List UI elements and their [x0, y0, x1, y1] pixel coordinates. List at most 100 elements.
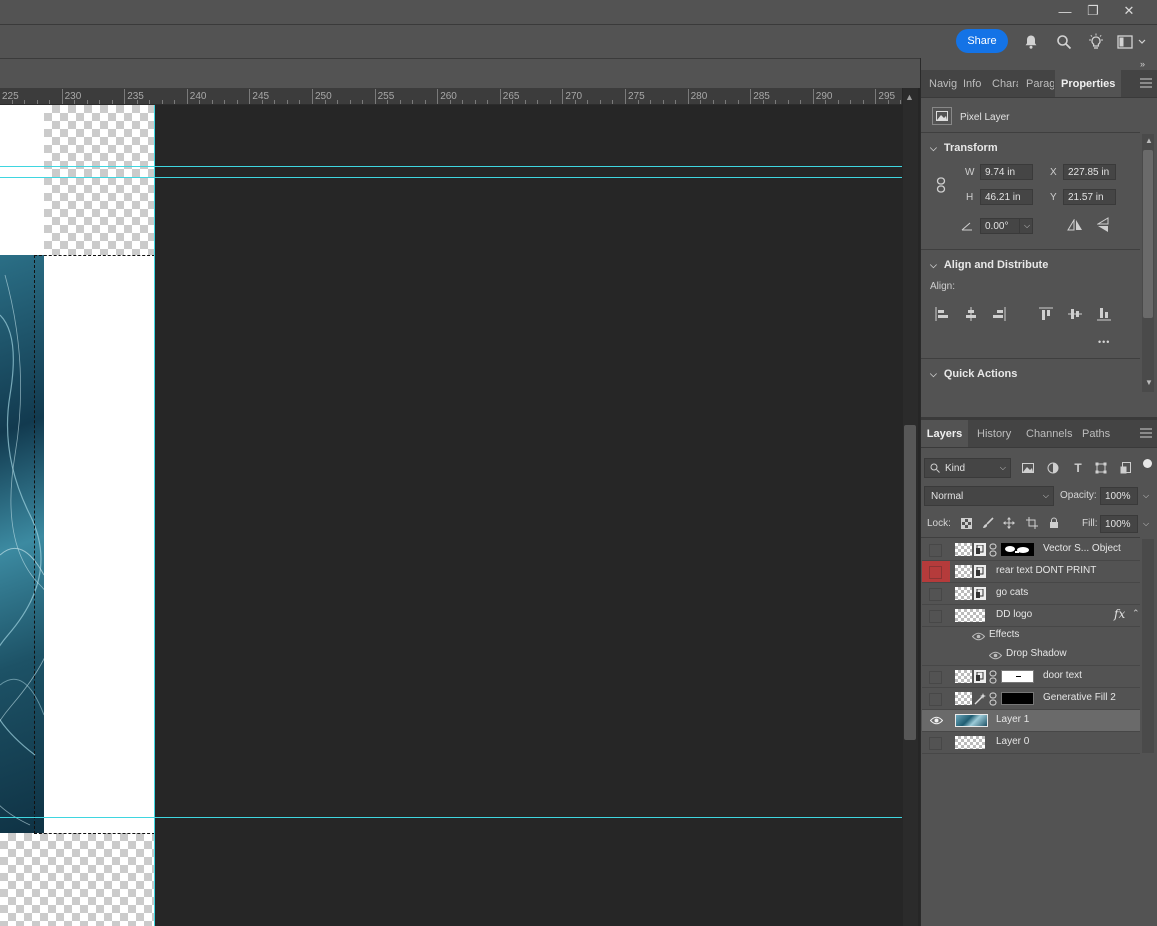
lock-image-pixels-icon[interactable] — [981, 516, 995, 530]
align-right-icon[interactable] — [991, 306, 1007, 322]
restore-button[interactable]: ❐ — [1078, 2, 1108, 20]
align-bottom-icon[interactable] — [1096, 306, 1112, 322]
bell-icon[interactable] — [1021, 32, 1041, 52]
align-top-icon[interactable] — [1038, 306, 1054, 322]
visibility-toggle[interactable] — [929, 610, 942, 623]
vertical-guide[interactable] — [154, 105, 155, 926]
filter-toggle-icon[interactable] — [1143, 459, 1152, 468]
effects-row[interactable]: Effects — [922, 627, 1140, 645]
layer-row[interactable]: door text — [922, 666, 1140, 688]
fx-icon[interactable]: fx — [1114, 607, 1125, 621]
close-button[interactable]: ✕ — [1114, 2, 1144, 20]
canvas-area[interactable] — [0, 105, 902, 926]
scroll-up-icon[interactable]: ▲ — [905, 92, 914, 102]
tab-paragraph[interactable]: Parag — [1026, 70, 1054, 97]
layer-name[interactable]: Layer 0 — [996, 736, 1029, 747]
fill-field[interactable]: 100% — [1100, 515, 1138, 533]
align-left-icon[interactable] — [934, 306, 950, 322]
workspace-icon[interactable] — [1116, 32, 1148, 52]
lock-position-icon[interactable] — [1002, 516, 1016, 530]
visibility-toggle[interactable] — [929, 544, 942, 557]
tab-layers[interactable]: Layers — [921, 420, 968, 447]
filter-shape-icon[interactable] — [1094, 461, 1108, 475]
tab-character[interactable]: Chara — [992, 70, 1018, 97]
quick-actions-section-header[interactable]: ⌵ Quick Actions — [930, 368, 1017, 380]
drop-shadow-row[interactable]: Drop Shadow — [922, 645, 1140, 666]
lightbulb-icon[interactable] — [1086, 32, 1106, 52]
panel-menu-icon[interactable] — [1139, 427, 1153, 439]
scroll-down-icon[interactable]: ▼ — [1145, 378, 1153, 387]
horizontal-guide-bottom[interactable] — [0, 817, 902, 818]
tab-channels[interactable]: Channels — [1026, 420, 1074, 447]
filter-pixel-icon[interactable] — [1021, 461, 1035, 475]
visibility-toggle[interactable] — [929, 737, 942, 750]
blend-mode-dropdown[interactable]: Normal ⌵ — [924, 486, 1054, 506]
search-icon[interactable] — [1054, 32, 1074, 52]
visibility-toggle[interactable] — [929, 693, 942, 706]
minimize-button[interactable]: — — [1050, 2, 1080, 20]
layer-row-selected[interactable]: Layer 1 — [922, 710, 1140, 732]
filter-smart-object-icon[interactable] — [1119, 461, 1133, 475]
layer-name[interactable]: Generative Fill 2 — [1043, 692, 1116, 703]
align-vertical-center-icon[interactable] — [1067, 306, 1083, 322]
layer-name[interactable]: door text — [1043, 670, 1082, 681]
align-horizontal-center-icon[interactable] — [963, 306, 979, 322]
link-icon[interactable] — [934, 177, 948, 193]
layer-row[interactable]: DD logo fx ⌃ — [922, 605, 1140, 627]
opacity-field[interactable]: 100% — [1100, 487, 1138, 505]
layer-row[interactable]: Vector S... Object — [922, 539, 1140, 561]
lock-all-icon[interactable] — [1047, 516, 1061, 530]
layer-name[interactable]: Vector S... Object — [1043, 543, 1121, 554]
layer-row[interactable]: rear text DONT PRINT — [922, 561, 1140, 583]
visibility-toggle[interactable] — [929, 671, 942, 684]
ruler-minor-tick — [850, 100, 852, 104]
scroll-up-icon[interactable]: ▲ — [1145, 136, 1153, 145]
tab-properties[interactable]: Properties — [1055, 70, 1121, 97]
layer-name[interactable]: rear text DONT PRINT — [996, 565, 1096, 576]
tab-navigator[interactable]: Navig — [929, 70, 957, 97]
flip-horizontal-icon[interactable] — [1067, 218, 1083, 232]
layer-name[interactable]: Layer 1 — [996, 714, 1029, 725]
filter-adjustment-icon[interactable] — [1046, 461, 1060, 475]
eye-icon[interactable] — [971, 631, 985, 641]
height-field[interactable]: 46.21 in — [980, 189, 1033, 205]
lock-transparent-pixels-icon[interactable] — [959, 516, 973, 530]
x-field[interactable]: 227.85 in — [1063, 164, 1116, 180]
chevron-up-icon[interactable]: ⌃ — [1132, 608, 1140, 619]
opacity-dropdown-icon[interactable]: ⌵ — [1139, 487, 1153, 505]
ruler-minor-tick — [161, 100, 163, 104]
layer-row[interactable]: Generative Fill 2 — [922, 688, 1140, 710]
tab-history[interactable]: History — [977, 420, 1017, 447]
canvas-scroll-thumb[interactable] — [904, 425, 916, 740]
ruler-label: 255 — [377, 91, 395, 102]
visibility-toggle[interactable] — [929, 566, 942, 579]
layer-name[interactable]: DD logo — [996, 609, 1032, 620]
horizontal-guide-top-2[interactable] — [0, 177, 902, 178]
panel-menu-icon[interactable] — [1139, 77, 1153, 89]
layer-row[interactable]: Layer 0 — [922, 732, 1140, 754]
horizontal-guide-top-1[interactable] — [0, 166, 902, 167]
more-options-icon[interactable]: ••• — [1098, 337, 1110, 347]
visibility-toggle[interactable] — [929, 588, 942, 601]
layer-row[interactable]: go cats — [922, 583, 1140, 605]
width-field[interactable]: 9.74 in — [980, 164, 1033, 180]
layers-scrollbar[interactable] — [1142, 539, 1154, 753]
title-bar: — ❐ ✕ — [0, 0, 1157, 25]
filter-type-icon[interactable]: T — [1071, 461, 1085, 475]
align-section-header[interactable]: ⌵ Align and Distribute — [930, 259, 1048, 271]
tab-info[interactable]: Info — [963, 70, 987, 97]
eye-icon[interactable] — [929, 715, 943, 726]
eye-icon[interactable] — [988, 650, 1002, 660]
lock-artboard-icon[interactable] — [1025, 516, 1039, 530]
collapse-panels-icon[interactable]: » — [1140, 59, 1145, 69]
transform-section-header[interactable]: ⌵ Transform — [930, 142, 998, 154]
ruler-label: 240 — [189, 91, 207, 102]
fill-dropdown-icon[interactable]: ⌵ — [1139, 515, 1153, 533]
properties-scroll-thumb[interactable] — [1143, 150, 1153, 318]
y-field[interactable]: 21.57 in — [1063, 189, 1116, 205]
tab-paths[interactable]: Paths — [1082, 420, 1114, 447]
angle-dropdown-icon[interactable]: ⌵ — [1019, 218, 1034, 234]
layer-name[interactable]: go cats — [996, 587, 1028, 598]
flip-vertical-icon[interactable] — [1096, 217, 1110, 233]
share-button[interactable]: Share — [956, 29, 1008, 53]
